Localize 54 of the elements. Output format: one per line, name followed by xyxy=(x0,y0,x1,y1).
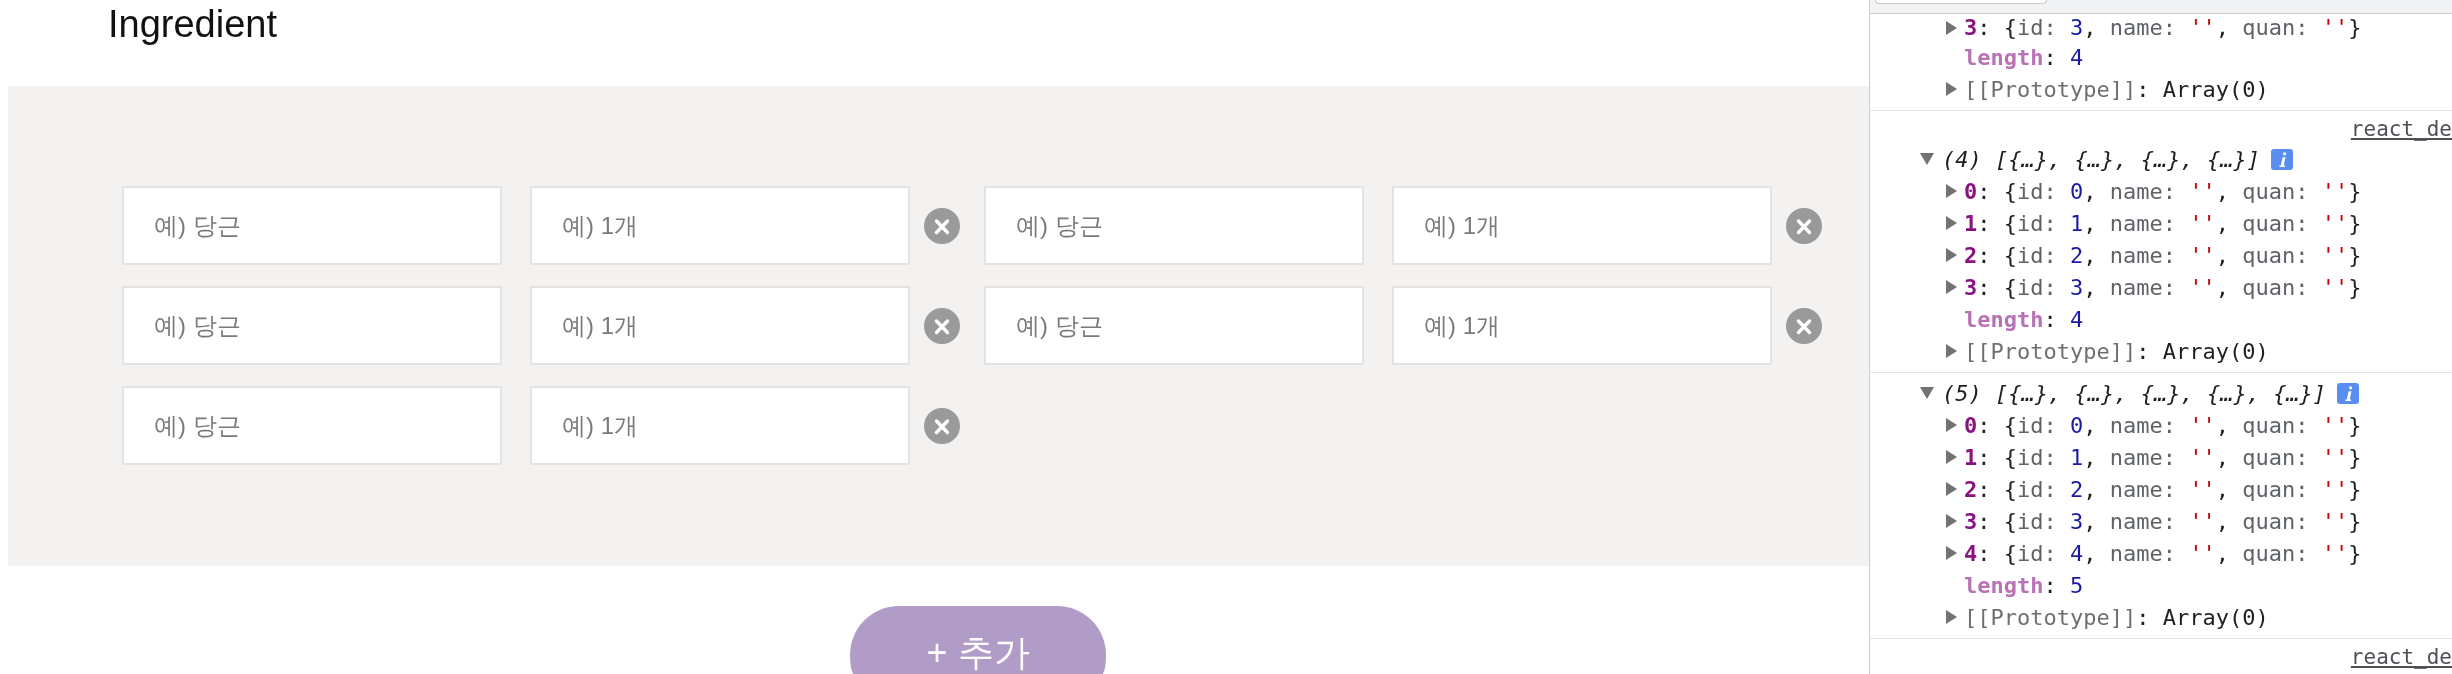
array-item-entry: 2: {id: 2, name: '', quan: ''} xyxy=(1964,476,2362,502)
info-icon xyxy=(2337,382,2360,404)
section-title: Ingredient xyxy=(108,2,277,47)
source-link[interactable]: react_de xyxy=(2350,645,2452,669)
quantity-field[interactable]: 예) 1개 xyxy=(530,286,910,365)
close-icon[interactable] xyxy=(1786,307,1822,344)
caret-icon[interactable] xyxy=(1946,344,1957,358)
ingredient-name-field[interactable]: 예) 당근 xyxy=(122,286,502,365)
quantity-field[interactable]: 예) 1개 xyxy=(1392,286,1772,365)
array-summary: (5) [{…}, {…}, {…}, {…}, {…}] xyxy=(1942,380,2327,406)
caret-icon[interactable] xyxy=(1946,20,1957,35)
close-icon[interactable] xyxy=(924,307,960,344)
close-icon[interactable] xyxy=(924,407,960,444)
ingredient-name-field[interactable]: 예) 당근 xyxy=(122,186,502,265)
caret-icon[interactable] xyxy=(1946,450,1957,464)
caret-icon[interactable] xyxy=(1946,610,1957,624)
array-item-entry: 1: {id: 1, name: '', quan: ''} xyxy=(1964,444,2362,470)
caret-icon[interactable] xyxy=(1920,387,1934,399)
prototype-entry: [[Prototype]]: Array(0) xyxy=(1964,604,2269,630)
quantity-field[interactable]: 예) 1개 xyxy=(530,386,910,465)
length-entry: length: 4 xyxy=(1964,306,2084,332)
quantity-field[interactable]: 예) 1개 xyxy=(1392,186,1772,265)
info-icon xyxy=(2270,148,2293,170)
quantity-field[interactable]: 예) 1개 xyxy=(530,186,910,265)
length-entry: length: 4 xyxy=(1964,44,2084,70)
caret-icon[interactable] xyxy=(1920,153,1934,165)
ingredient-name-field[interactable]: 예) 당근 xyxy=(122,386,502,465)
caret-icon[interactable] xyxy=(1946,482,1957,496)
source-link[interactable]: react_de xyxy=(2350,117,2452,141)
array-item-entry: 1: {id: 1, name: '', quan: ''} xyxy=(1964,210,2362,236)
filter-field[interactable] xyxy=(1875,0,2047,4)
caret-icon[interactable] xyxy=(1946,216,1957,230)
array-item-entry: 3: {id: 3, name: '', quan: ''} xyxy=(1964,274,2362,300)
close-icon[interactable] xyxy=(924,207,960,244)
prototype-entry: [[Prototype]]: Array(0) xyxy=(1964,76,2269,102)
caret-icon[interactable] xyxy=(1946,82,1957,96)
caret-icon[interactable] xyxy=(1946,248,1957,262)
ingredient-name-field[interactable]: 예) 당근 xyxy=(984,186,1364,265)
array-item-entry: 4: {id: 4, name: '', quan: ''} xyxy=(1964,540,2362,566)
array-item-entry: 0: {id: 0, name: '', quan: ''} xyxy=(1964,412,2362,438)
array-item-entry: 3: {id: 3, name: '', quan: ''} xyxy=(1964,15,2362,40)
length-entry: length: 5 xyxy=(1964,572,2084,598)
array-item-entry: 3: {id: 3, name: '', quan: ''} xyxy=(1964,508,2362,534)
caret-icon[interactable] xyxy=(1946,280,1957,294)
caret-icon[interactable] xyxy=(1946,184,1957,198)
close-icon[interactable] xyxy=(1786,207,1822,244)
array-item-entry: 0: {id: 0, name: '', quan: ''} xyxy=(1964,178,2362,204)
caret-icon[interactable] xyxy=(1946,514,1957,528)
caret-icon[interactable] xyxy=(1946,546,1957,560)
prototype-entry: [[Prototype]]: Array(0) xyxy=(1964,338,2269,364)
array-item-entry: 2: {id: 2, name: '', quan: ''} xyxy=(1964,242,2362,268)
ingredient-name-field[interactable]: 예) 당근 xyxy=(984,286,1364,365)
caret-icon[interactable] xyxy=(1946,418,1957,432)
array-summary: (4) [{…}, {…}, {…}, {…}] xyxy=(1942,146,2260,172)
